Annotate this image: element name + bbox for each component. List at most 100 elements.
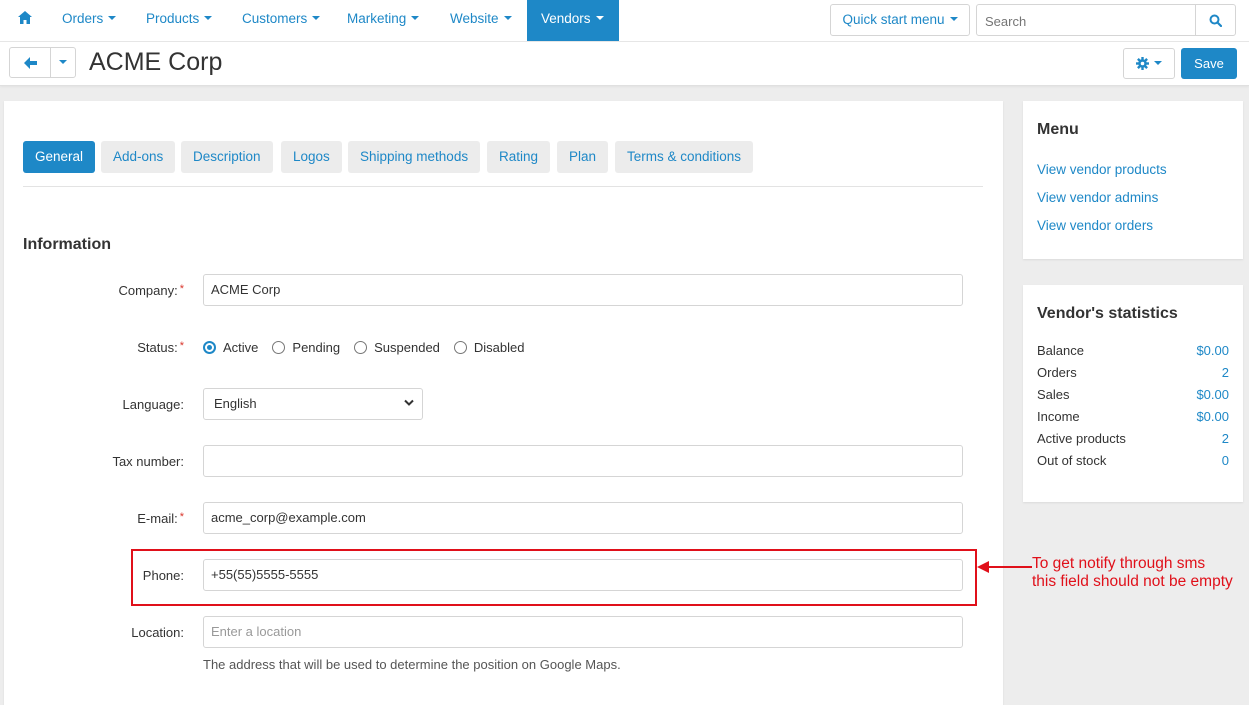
stat-value[interactable]: $0.00 [1196, 387, 1229, 402]
status-label: Status: * [4, 340, 184, 355]
main-panel: General Add-ons Description Logos Shippi… [4, 101, 1003, 705]
radio-button[interactable] [354, 340, 368, 354]
location-hint: The address that will be used to determi… [203, 657, 621, 672]
view-vendor-orders-link[interactable]: View vendor orders [1037, 218, 1153, 233]
title-bar: ACME Corp Save [0, 42, 1249, 86]
top-navigation: Orders Products Customers Marketing Webs… [0, 0, 1249, 42]
stat-value[interactable]: $0.00 [1196, 409, 1229, 424]
tab-shipping-methods[interactable]: Shipping methods [348, 141, 481, 173]
company-label: Company: * [4, 283, 184, 298]
tab-add-ons[interactable]: Add-ons [101, 141, 176, 173]
search-input[interactable] [985, 11, 1195, 31]
email-label: E-mail: * [4, 511, 184, 526]
nav-marketing-label: Marketing [347, 11, 407, 26]
stat-row: Active products 2 [1037, 431, 1229, 446]
tab-terms-conditions[interactable]: Terms & conditions [615, 141, 754, 173]
stat-label: Orders [1037, 365, 1077, 380]
chevron-down-icon [59, 59, 67, 64]
radio-button[interactable] [272, 340, 286, 354]
stat-row: Out of stock 0 [1037, 453, 1229, 468]
language-select[interactable]: English [203, 388, 423, 420]
home-icon [18, 10, 32, 24]
stat-row: Sales $0.00 [1037, 387, 1229, 402]
settings-dropdown-button[interactable] [1123, 48, 1175, 79]
stat-label: Out of stock [1037, 453, 1107, 468]
stat-label: Sales [1037, 387, 1070, 402]
location-field[interactable]: Enter a location [203, 616, 963, 648]
arrow-left-icon [23, 56, 37, 69]
stat-value[interactable]: 0 [1222, 453, 1229, 468]
tab-rating[interactable]: Rating [487, 141, 551, 173]
stat-value[interactable]: 2 [1222, 365, 1229, 380]
tax-number-field[interactable] [203, 445, 963, 477]
quick-start-menu-button[interactable]: Quick start menu [830, 4, 970, 36]
chevron-down-icon [503, 16, 512, 21]
page-title: ACME Corp [89, 48, 223, 76]
status-option-label: Active [223, 339, 259, 355]
nav-website-label: Website [450, 11, 499, 26]
save-button[interactable]: Save [1181, 48, 1237, 79]
tax-number-label: Tax number: [112, 454, 184, 469]
status-option-label: Pending [292, 339, 341, 355]
nav-products[interactable]: Products [132, 0, 226, 41]
status-pending-option[interactable]: Pending [272, 340, 340, 355]
required-marker: * [179, 340, 184, 352]
stat-label: Income [1037, 409, 1080, 424]
stat-label: Balance [1037, 343, 1084, 358]
language-label: Language: [122, 397, 184, 412]
chevron-down-icon [312, 16, 321, 21]
tab-logos[interactable]: Logos [281, 141, 342, 173]
tab-description[interactable]: Description [181, 141, 273, 173]
nav-marketing[interactable]: Marketing [333, 0, 433, 41]
status-suspended-option[interactable]: Suspended [354, 340, 440, 355]
nav-customers[interactable]: Customers [228, 0, 334, 41]
radio-button[interactable] [203, 340, 216, 354]
search-button[interactable] [1195, 5, 1235, 35]
status-option-label: Suspended [374, 339, 440, 355]
annotation-line-2: this field should not be empty [1032, 573, 1233, 590]
status-disabled-option[interactable]: Disabled [453, 339, 525, 355]
back-dropdown-button[interactable] [50, 47, 76, 78]
search-icon [1209, 14, 1222, 27]
status-label-text: Status: [137, 340, 178, 355]
stat-value[interactable]: $0.00 [1196, 343, 1229, 358]
chevron-down-icon [204, 16, 213, 21]
menu-title: Menu [1037, 121, 1079, 138]
email-label-text: E-mail: [137, 511, 178, 526]
nav-vendors[interactable]: Vendors [527, 0, 619, 41]
radio-button[interactable] [453, 340, 467, 354]
stat-label: Active products [1037, 431, 1126, 446]
language-selected-value: English [214, 396, 257, 411]
location-label: Location: [131, 625, 184, 640]
stat-value[interactable]: 2 [1222, 431, 1229, 446]
search-box [976, 4, 1236, 36]
stat-row: Balance $0.00 [1037, 343, 1229, 358]
chevron-down-icon [949, 17, 958, 22]
chevron-down-icon [1154, 60, 1162, 65]
back-button[interactable] [9, 47, 51, 78]
tab-plan[interactable]: Plan [557, 141, 609, 173]
view-vendor-admins-link[interactable]: View vendor admins [1037, 190, 1158, 205]
chevron-down-icon [108, 16, 117, 21]
home-link[interactable] [8, 0, 42, 41]
nav-orders[interactable]: Orders [48, 0, 130, 41]
view-vendor-products-link[interactable]: View vendor products [1037, 162, 1167, 177]
nav-products-label: Products [146, 11, 200, 26]
status-active-option[interactable]: Active [203, 340, 258, 355]
section-title: Information [23, 236, 111, 253]
quick-start-label: Quick start menu [842, 12, 945, 27]
nav-orders-label: Orders [62, 11, 104, 26]
nav-website[interactable]: Website [436, 0, 526, 41]
tab-general[interactable]: General [23, 141, 96, 173]
sidebar-menu-card: Menu View vendor products View vendor ad… [1023, 101, 1243, 259]
nav-vendors-label: Vendors [541, 11, 591, 26]
stat-row: Income $0.00 [1037, 409, 1229, 424]
gear-icon [1136, 57, 1149, 70]
email-field[interactable]: acme_corp@example.com [203, 502, 963, 534]
status-option-label: Disabled [473, 339, 525, 355]
status-radio-group: Active Pending Suspended Disabled [203, 337, 539, 357]
company-field[interactable]: ACME Corp [203, 274, 963, 306]
chevron-down-icon [404, 399, 414, 406]
required-marker: * [179, 283, 184, 295]
annotation-note: To get notify through sms this field sho… [1032, 555, 1249, 591]
